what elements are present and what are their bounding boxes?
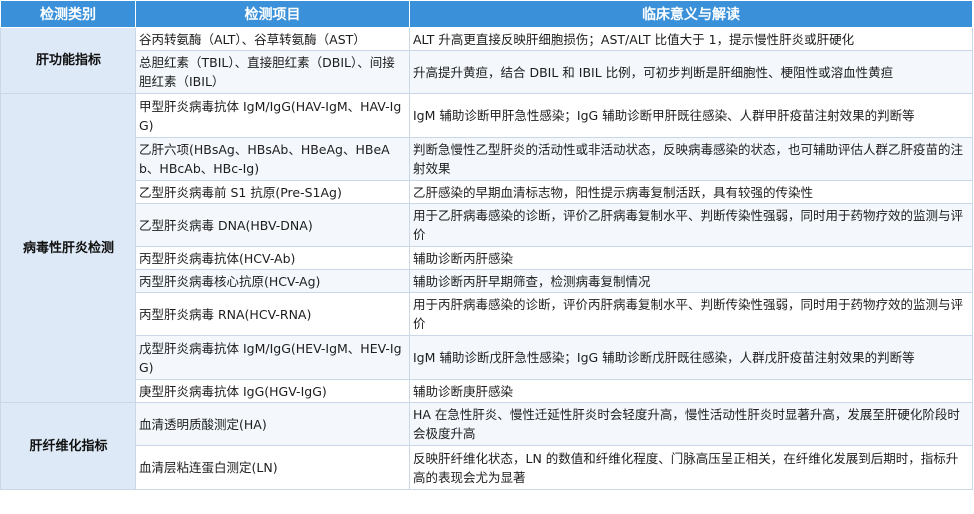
meaning-cell: 用于丙肝病毒感染的诊断，评价丙肝病毒复制水平、判断传染性强弱，同时用于药物疗效的…	[409, 292, 973, 336]
meaning-cell: 反映肝纤维化状态，LN 的数值和纤维化程度、门脉高压呈正相关，在纤维化发展到后期…	[409, 445, 973, 490]
item-cell: 血清透明质酸测定(HA)	[135, 402, 410, 446]
header-item: 检测项目	[135, 0, 410, 28]
table-row: 丙型肝炎病毒核心抗原(HCV-Ag) 辅助诊断丙肝早期筛查，检测病毒复制情况	[1, 269, 973, 293]
table-row: 丙型肝炎病毒抗体(HCV-Ab) 辅助诊断丙肝感染	[1, 246, 973, 270]
item-cell: 丙型肝炎病毒核心抗原(HCV-Ag)	[135, 269, 410, 293]
header-category: 检测类别	[0, 0, 136, 28]
item-cell: 乙型肝炎病毒前 S1 抗原(Pre-S1Ag)	[135, 180, 410, 204]
item-cell: 甲型肝炎病毒抗体 IgM/IgG(HAV-IgM、HAV-IgG)	[135, 93, 410, 138]
meaning-cell: ALT 升高更直接反映肝细胞损伤；AST/ALT 比值大于 1，提示慢性肝炎或肝…	[409, 27, 973, 51]
meaning-cell: 判断急慢性乙型肝炎的活动性或非活动状态，反映病毒感染的状态，也可辅助评估人群乙肝…	[409, 137, 973, 181]
item-cell: 戊型肝炎病毒抗体 IgM/IgG(HEV-IgM、HEV-IgG)	[135, 335, 410, 380]
item-cell: 乙肝六项(HBsAg、HBsAb、HBeAg、HBeAb、HBcAb、HBc-I…	[135, 137, 410, 181]
item-cell: 总胆红素（TBIL）、直接胆红素（DBIL）、间接胆红素（IBIL）	[135, 50, 410, 94]
table-row: 庚型肝炎病毒抗体 IgG(HGV-IgG) 辅助诊断庚肝感染	[1, 379, 973, 403]
category-cell: 病毒性肝炎检测	[0, 93, 136, 403]
category-cell: 肝功能指标	[0, 27, 136, 94]
meaning-cell: IgM 辅助诊断戊肝急性感染；IgG 辅助诊断戊肝既往感染，人群戊肝疫苗注射效果…	[409, 335, 973, 380]
item-cell: 乙型肝炎病毒 DNA(HBV-DNA)	[135, 203, 410, 247]
table-row: 乙肝六项(HBsAg、HBsAb、HBeAg、HBeAb、HBcAb、HBc-I…	[1, 137, 973, 181]
meaning-cell: 升高提升黄疸，结合 DBIL 和 IBIL 比例，可初步判断是肝细胞性、梗阻性或…	[409, 50, 973, 94]
category-cell: 肝纤维化指标	[0, 402, 136, 490]
table-row: 病毒性肝炎检测 甲型肝炎病毒抗体 IgM/IgG(HAV-IgM、HAV-IgG…	[0, 93, 973, 403]
table-row: 乙型肝炎病毒 DNA(HBV-DNA) 用于乙肝病毒感染的诊断，评价乙肝病毒复制…	[1, 203, 973, 247]
meaning-cell: 乙肝感染的早期血清标志物，阳性提示病毒复制活跃，具有较强的传染性	[409, 180, 973, 204]
item-cell: 血清层粘连蛋白测定(LN)	[135, 445, 410, 490]
liver-test-table: 检测类别 检测项目 临床意义与解读 肝功能指标 谷丙转氨酶（ALT）、谷草转氨酶…	[0, 0, 973, 490]
meaning-cell: 用于乙肝病毒感染的诊断，评价乙肝病毒复制水平、判断传染性强弱，同时用于药物疗效的…	[409, 203, 973, 247]
item-cell: 庚型肝炎病毒抗体 IgG(HGV-IgG)	[135, 379, 410, 403]
table-row: 丙型肝炎病毒 RNA(HCV-RNA) 用于丙肝病毒感染的诊断，评价丙肝病毒复制…	[1, 292, 973, 336]
meaning-cell: 辅助诊断丙肝感染	[409, 246, 973, 270]
table-row: 乙型肝炎病毒前 S1 抗原(Pre-S1Ag) 乙肝感染的早期血清标志物，阳性提…	[1, 180, 973, 204]
item-cell: 丙型肝炎病毒 RNA(HCV-RNA)	[135, 292, 410, 336]
item-cell: 丙型肝炎病毒抗体(HCV-Ab)	[135, 246, 410, 270]
table-row: 肝纤维化指标 血清透明质酸测定(HA) HA 在急性肝炎、慢性迁延性肝炎时会轻度…	[0, 402, 973, 490]
meaning-cell: HA 在急性肝炎、慢性迁延性肝炎时会轻度升高，慢性活动性肝炎时显著升高，发展至肝…	[409, 402, 973, 446]
item-cell: 谷丙转氨酶（ALT）、谷草转氨酶（AST）	[135, 27, 410, 51]
table-row: 总胆红素（TBIL）、直接胆红素（DBIL）、间接胆红素（IBIL） 升高提升黄…	[1, 50, 973, 94]
table-row: 肝功能指标 谷丙转氨酶（ALT）、谷草转氨酶（AST） ALT 升高更直接反映肝…	[0, 27, 973, 94]
header-meaning: 临床意义与解读	[409, 0, 973, 28]
table-row: 戊型肝炎病毒抗体 IgM/IgG(HEV-IgM、HEV-IgG) IgM 辅助…	[1, 335, 973, 380]
meaning-cell: 辅助诊断丙肝早期筛查，检测病毒复制情况	[409, 269, 973, 293]
meaning-cell: IgM 辅助诊断甲肝急性感染；IgG 辅助诊断甲肝既往感染、人群甲肝疫苗注射效果…	[409, 93, 973, 138]
table-row: 血清层粘连蛋白测定(LN) 反映肝纤维化状态，LN 的数值和纤维化程度、门脉高压…	[1, 445, 973, 490]
meaning-cell: 辅助诊断庚肝感染	[409, 379, 973, 403]
header-row: 检测类别 检测项目 临床意义与解读	[0, 0, 973, 28]
